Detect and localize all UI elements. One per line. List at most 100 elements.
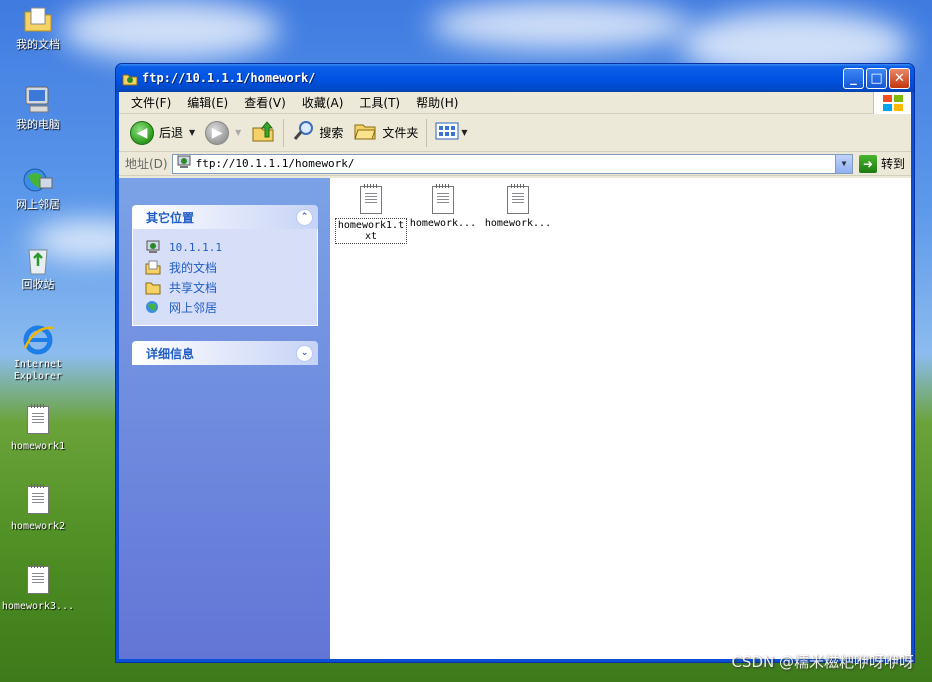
search-icon: [292, 119, 316, 146]
recycle-bin-icon: [22, 244, 54, 276]
back-label: 后退: [159, 126, 184, 140]
minimize-button[interactable]: _: [843, 67, 864, 89]
details-panel: 详细信息 ⌄: [132, 341, 318, 365]
up-button[interactable]: [246, 118, 280, 148]
address-field[interactable]: ftp://10.1.1.1/homework/ ▼: [171, 153, 853, 174]
text-file-icon: [22, 564, 54, 598]
desktop-icon-label: Internet Explorer: [13, 359, 63, 382]
other-places-list: 10.1.1.1 我的文档 共享文档 网上邻居: [132, 229, 318, 326]
documents-icon: [145, 259, 161, 275]
place-ftp-server[interactable]: 10.1.1.1: [145, 237, 305, 257]
place-label: 10.1.1.1: [169, 240, 222, 254]
menu-file[interactable]: 文件(F): [123, 93, 179, 113]
place-label: 共享文档: [169, 280, 218, 295]
address-bar: 地址(D) ftp://10.1.1.1/homework/ ▼ ➜ 转到: [119, 152, 911, 176]
text-file-icon: [360, 184, 382, 214]
text-file-icon: [22, 404, 54, 438]
toolbar-separator: [283, 118, 285, 147]
desktop-icon-recycle-bin[interactable]: 回收站: [0, 244, 76, 291]
details-title: 详细信息: [146, 346, 195, 361]
menu-edit[interactable]: 编辑(E): [179, 93, 236, 113]
forward-arrow-icon: ▶: [205, 120, 230, 145]
standard-toolbar: ◀ 后退 ▼ ▶ ▼ 搜索 文件夹 ▼: [119, 114, 911, 152]
file-item[interactable]: homework1.txt: [335, 184, 407, 244]
views-icon: [435, 121, 459, 144]
desktop-icon-my-documents[interactable]: 我的文档: [0, 4, 76, 51]
desktop-icon-homework2[interactable]: homework2: [0, 484, 76, 533]
desktop-icon-label: 网上邻居: [16, 198, 60, 211]
watermark: CSDN @糯米糍粑咿呀咿呀: [731, 653, 914, 671]
menu-view[interactable]: 查看(V): [236, 93, 294, 113]
text-file-icon: [22, 484, 54, 518]
text-file-icon: [432, 184, 454, 214]
desktop-icon-label: 回收站: [21, 278, 55, 291]
menu-help[interactable]: 帮助(H): [408, 93, 466, 113]
place-my-documents[interactable]: 我的文档: [145, 257, 305, 277]
go-label: 转到: [880, 157, 905, 171]
up-folder-icon: [251, 119, 275, 146]
ftp-icon: [145, 239, 161, 255]
file-item[interactable]: homework...: [407, 184, 479, 229]
search-button[interactable]: 搜索: [287, 118, 348, 148]
desktop-icon-internet-explorer[interactable]: Internet Explorer: [0, 324, 76, 383]
other-places-header[interactable]: 其它位置 ⌃: [132, 205, 318, 229]
desktop-icon-label: homework3...: [1, 601, 75, 612]
window-title: ftp://10.1.1.1/homework/: [142, 71, 316, 85]
collapse-chevron-icon[interactable]: ⌃: [296, 208, 313, 226]
desktop-icon-homework3[interactable]: homework3...: [0, 564, 76, 613]
menu-tools[interactable]: 工具(T): [351, 93, 408, 113]
ftp-icon: [176, 154, 192, 173]
internet-explorer-icon: [22, 324, 54, 356]
place-network[interactable]: 网上邻居: [145, 297, 305, 317]
place-label: 我的文档: [169, 260, 218, 275]
file-item[interactable]: homework...: [482, 184, 554, 229]
folder-icon: [145, 279, 161, 295]
ftp-folder-icon: [122, 70, 138, 86]
desktop-icon-network[interactable]: 网上邻居: [0, 164, 76, 211]
go-arrow-icon: ➜: [858, 154, 877, 173]
back-arrow-icon: ◀: [130, 120, 154, 145]
desktop-icon-my-computer[interactable]: 我的电脑: [0, 84, 76, 131]
other-places-title: 其它位置: [146, 210, 195, 225]
place-shared-documents[interactable]: 共享文档: [145, 277, 305, 297]
content-area: 其它位置 ⌃ 10.1.1.1 我的文档 共享文档 网上邻居 详细信息 ⌄ ho…: [119, 178, 911, 659]
folders-label: 文件夹: [382, 126, 419, 140]
forward-button[interactable]: ▶ ▼: [200, 118, 246, 148]
computer-icon: [22, 84, 54, 116]
other-places-panel: 其它位置 ⌃ 10.1.1.1 我的文档 共享文档 网上邻居: [132, 205, 318, 326]
window-body: 文件(F) 编辑(E) 查看(V) 收藏(A) 工具(T) 帮助(H) ◀ 后退…: [119, 92, 911, 659]
folders-icon: [353, 120, 377, 145]
desktop-icon-label: 我的文档: [16, 38, 60, 51]
file-label: homework1.txt: [335, 218, 407, 244]
explorer-window: ftp://10.1.1.1/homework/ _ □ ✕ 文件(F) 编辑(…: [115, 63, 915, 663]
desktop-icon-label: homework2: [10, 521, 66, 532]
go-button[interactable]: ➜ 转到: [858, 154, 905, 173]
address-value: ftp://10.1.1.1/homework/: [195, 157, 355, 170]
file-label: homework...: [484, 218, 552, 229]
close-button[interactable]: ✕: [889, 67, 910, 89]
task-pane: 其它位置 ⌃ 10.1.1.1 我的文档 共享文档 网上邻居 详细信息 ⌄: [119, 178, 330, 659]
windows-logo-icon: [873, 92, 911, 114]
expand-chevron-icon[interactable]: ⌄: [296, 344, 313, 362]
views-dropdown-icon[interactable]: ▼: [461, 128, 467, 137]
folders-button[interactable]: 文件夹: [348, 118, 423, 148]
folder-icon: [22, 4, 54, 36]
address-dropdown-icon[interactable]: ▼: [834, 154, 852, 173]
file-view[interactable]: homework1.txt homework... homework...: [330, 178, 911, 659]
title-bar[interactable]: ftp://10.1.1.1/homework/ _ □ ✕: [116, 64, 914, 92]
text-file-icon: [507, 184, 529, 214]
maximize-button[interactable]: □: [866, 67, 887, 89]
desktop-icon-label: 我的电脑: [16, 118, 60, 131]
menu-favorites[interactable]: 收藏(A): [294, 93, 352, 113]
views-button[interactable]: ▼: [430, 118, 472, 148]
network-icon: [145, 299, 161, 315]
address-label: 地址(D): [125, 157, 168, 171]
back-button[interactable]: ◀ 后退 ▼: [125, 118, 200, 148]
desktop-icon-label: homework1: [10, 441, 66, 452]
details-header[interactable]: 详细信息 ⌄: [132, 341, 318, 365]
file-label: homework...: [409, 218, 477, 229]
search-label: 搜索: [319, 126, 344, 140]
desktop-icon-homework1[interactable]: homework1: [0, 404, 76, 453]
back-dropdown-icon[interactable]: ▼: [189, 128, 195, 137]
forward-dropdown-icon[interactable]: ▼: [235, 128, 241, 137]
